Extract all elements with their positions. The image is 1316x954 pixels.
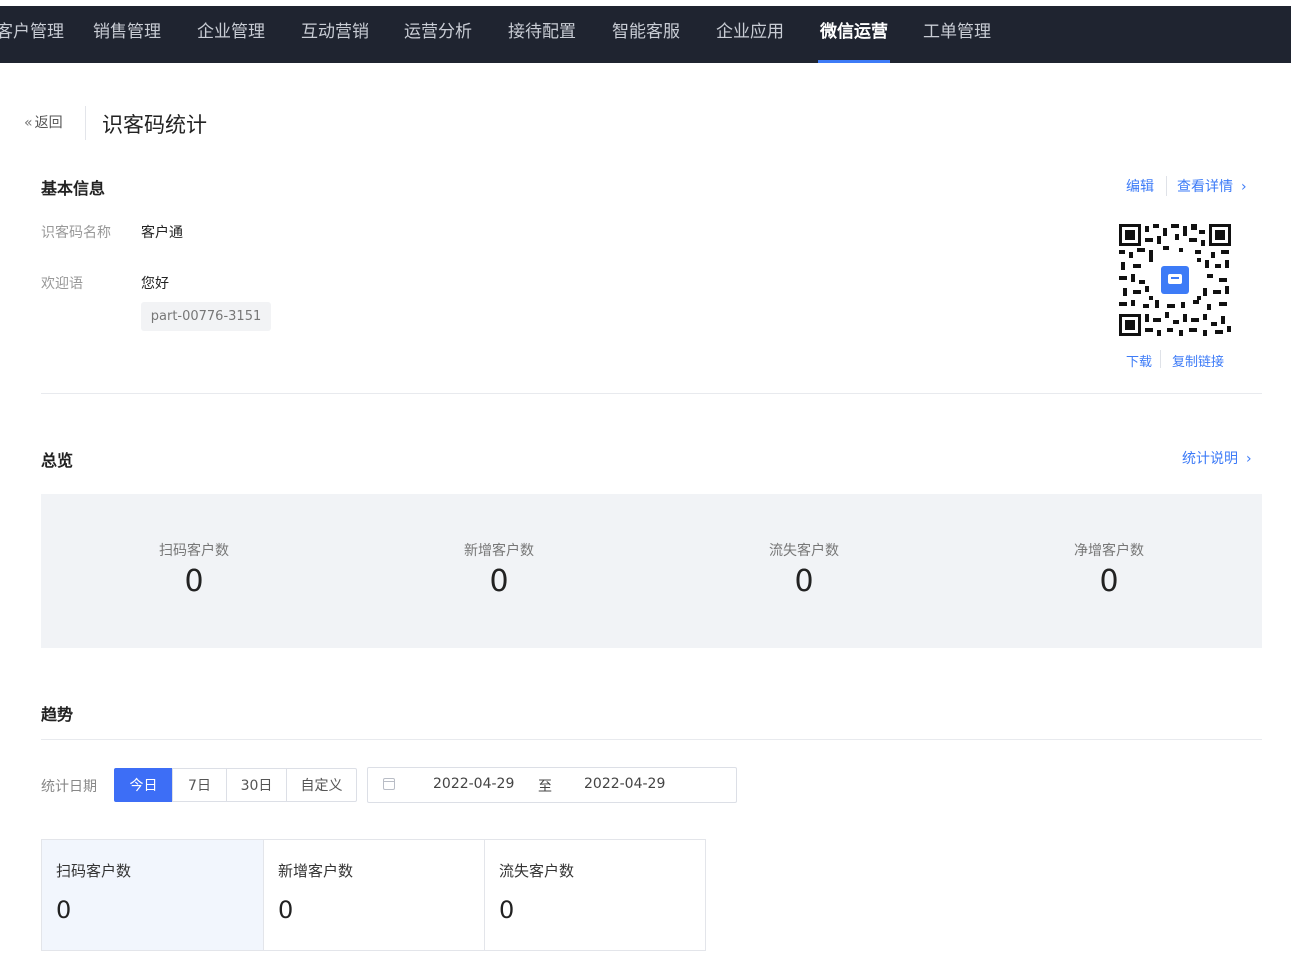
trend-title: 趋势 <box>41 705 74 724</box>
edit-link[interactable]: 编辑 <box>1126 176 1154 196</box>
trend-card[interactable]: 扫码客户数 0 <box>42 840 263 950</box>
overview-stat: 流失客户数 0 <box>704 540 904 599</box>
overview-stat-label: 新增客户数 <box>464 543 534 559</box>
header-divider <box>85 106 86 140</box>
chevron-right-icon: › <box>1241 179 1247 195</box>
welcome-value: 您好 <box>141 276 169 292</box>
welcome-label: 欢迎语 <box>41 276 83 292</box>
trend-card-label: 扫码客户数 <box>56 862 132 880</box>
start-date[interactable]: 2022-04-29 <box>433 776 514 792</box>
nav-item-wechat[interactable]: 微信运营 <box>818 6 890 63</box>
nav-item-analytics[interactable]: 运营分析 <box>404 6 472 63</box>
trend-card-label: 新增客户数 <box>278 862 354 880</box>
view-detail-label: 查看详情 <box>1177 179 1233 195</box>
date-range-picker[interactable]: 2022-04-29 至 2022-04-29 <box>367 767 737 803</box>
overview-stat: 新增客户数 0 <box>399 540 599 599</box>
nav-item-tickets[interactable]: 工单管理 <box>923 6 991 63</box>
overview-stat-label: 扫码客户数 <box>159 543 229 559</box>
trend-cards: 扫码客户数 0 新增客户数 0 流失客户数 0 <box>41 839 706 951</box>
back-link[interactable]: «返回 <box>24 112 63 132</box>
name-label: 识客码名称 <box>41 225 111 241</box>
trend-card-value: 0 <box>499 896 515 924</box>
trend-card-value: 0 <box>278 896 294 924</box>
stats-explain-label: 统计说明 <box>1182 451 1238 467</box>
view-detail-link[interactable]: 查看详情 › <box>1177 176 1247 196</box>
calendar-icon <box>383 778 395 790</box>
trend-card[interactable]: 新增客户数 0 <box>263 840 484 950</box>
attachment-tag[interactable]: part-00776-3151 <box>141 302 271 331</box>
overview-stat-value: 0 <box>1099 564 1119 599</box>
trend-card-value: 0 <box>56 896 72 924</box>
trend-card-label: 流失客户数 <box>499 862 575 880</box>
nav-item-customer[interactable]: 客户管理 <box>0 6 64 63</box>
trend-card[interactable]: 流失客户数 0 <box>484 840 705 950</box>
page-title: 识客码统计 <box>102 113 207 137</box>
overview-stat-value: 0 <box>489 564 509 599</box>
date-label: 统计日期 <box>41 779 97 795</box>
trend-divider <box>41 739 1262 740</box>
range-30d-button[interactable]: 30日 <box>226 768 287 802</box>
back-label: 返回 <box>34 115 63 131</box>
chevron-right-icon: › <box>1246 451 1252 467</box>
double-chevron-left-icon: « <box>24 115 33 131</box>
section-divider <box>41 393 1262 394</box>
range-7d-button[interactable]: 7日 <box>172 768 227 802</box>
nav-item-marketing[interactable]: 互动营销 <box>301 6 369 63</box>
overview-title: 总览 <box>41 451 74 470</box>
date-range-separator: 至 <box>538 779 552 795</box>
stats-explain-link[interactable]: 统计说明 › <box>1182 448 1252 468</box>
nav-item-service[interactable]: 智能客服 <box>612 6 680 63</box>
range-today-button[interactable]: 今日 <box>114 768 173 802</box>
nav-item-enterprise[interactable]: 企业管理 <box>197 6 265 63</box>
overview-stat: 净增客户数 0 <box>1009 540 1209 599</box>
name-value: 客户通 <box>141 225 183 241</box>
overview-stat-value: 0 <box>794 564 814 599</box>
overview-stat-label: 流失客户数 <box>769 543 839 559</box>
nav-item-reception[interactable]: 接待配置 <box>508 6 576 63</box>
qr-link-divider <box>1160 350 1161 368</box>
copy-link-link[interactable]: 复制链接 <box>1172 351 1224 370</box>
nav-item-sales[interactable]: 销售管理 <box>93 6 161 63</box>
overview-stat: 扫码客户数 0 <box>94 540 294 599</box>
link-divider <box>1166 176 1167 196</box>
basic-info-title: 基本信息 <box>41 179 106 198</box>
range-custom-button[interactable]: 自定义 <box>286 768 357 802</box>
qr-code-icon <box>1119 224 1231 336</box>
top-nav: 客户管理 销售管理 企业管理 互动营销 运营分析 接待配置 智能客服 企业应用 … <box>0 6 1291 63</box>
overview-panel: 扫码客户数 0 新增客户数 0 流失客户数 0 净增客户数 0 <box>41 494 1262 648</box>
overview-stat-label: 净增客户数 <box>1074 543 1144 559</box>
overview-stat-value: 0 <box>184 564 204 599</box>
nav-item-apps[interactable]: 企业应用 <box>716 6 784 63</box>
end-date[interactable]: 2022-04-29 <box>584 776 665 792</box>
download-link[interactable]: 下载 <box>1126 351 1152 370</box>
